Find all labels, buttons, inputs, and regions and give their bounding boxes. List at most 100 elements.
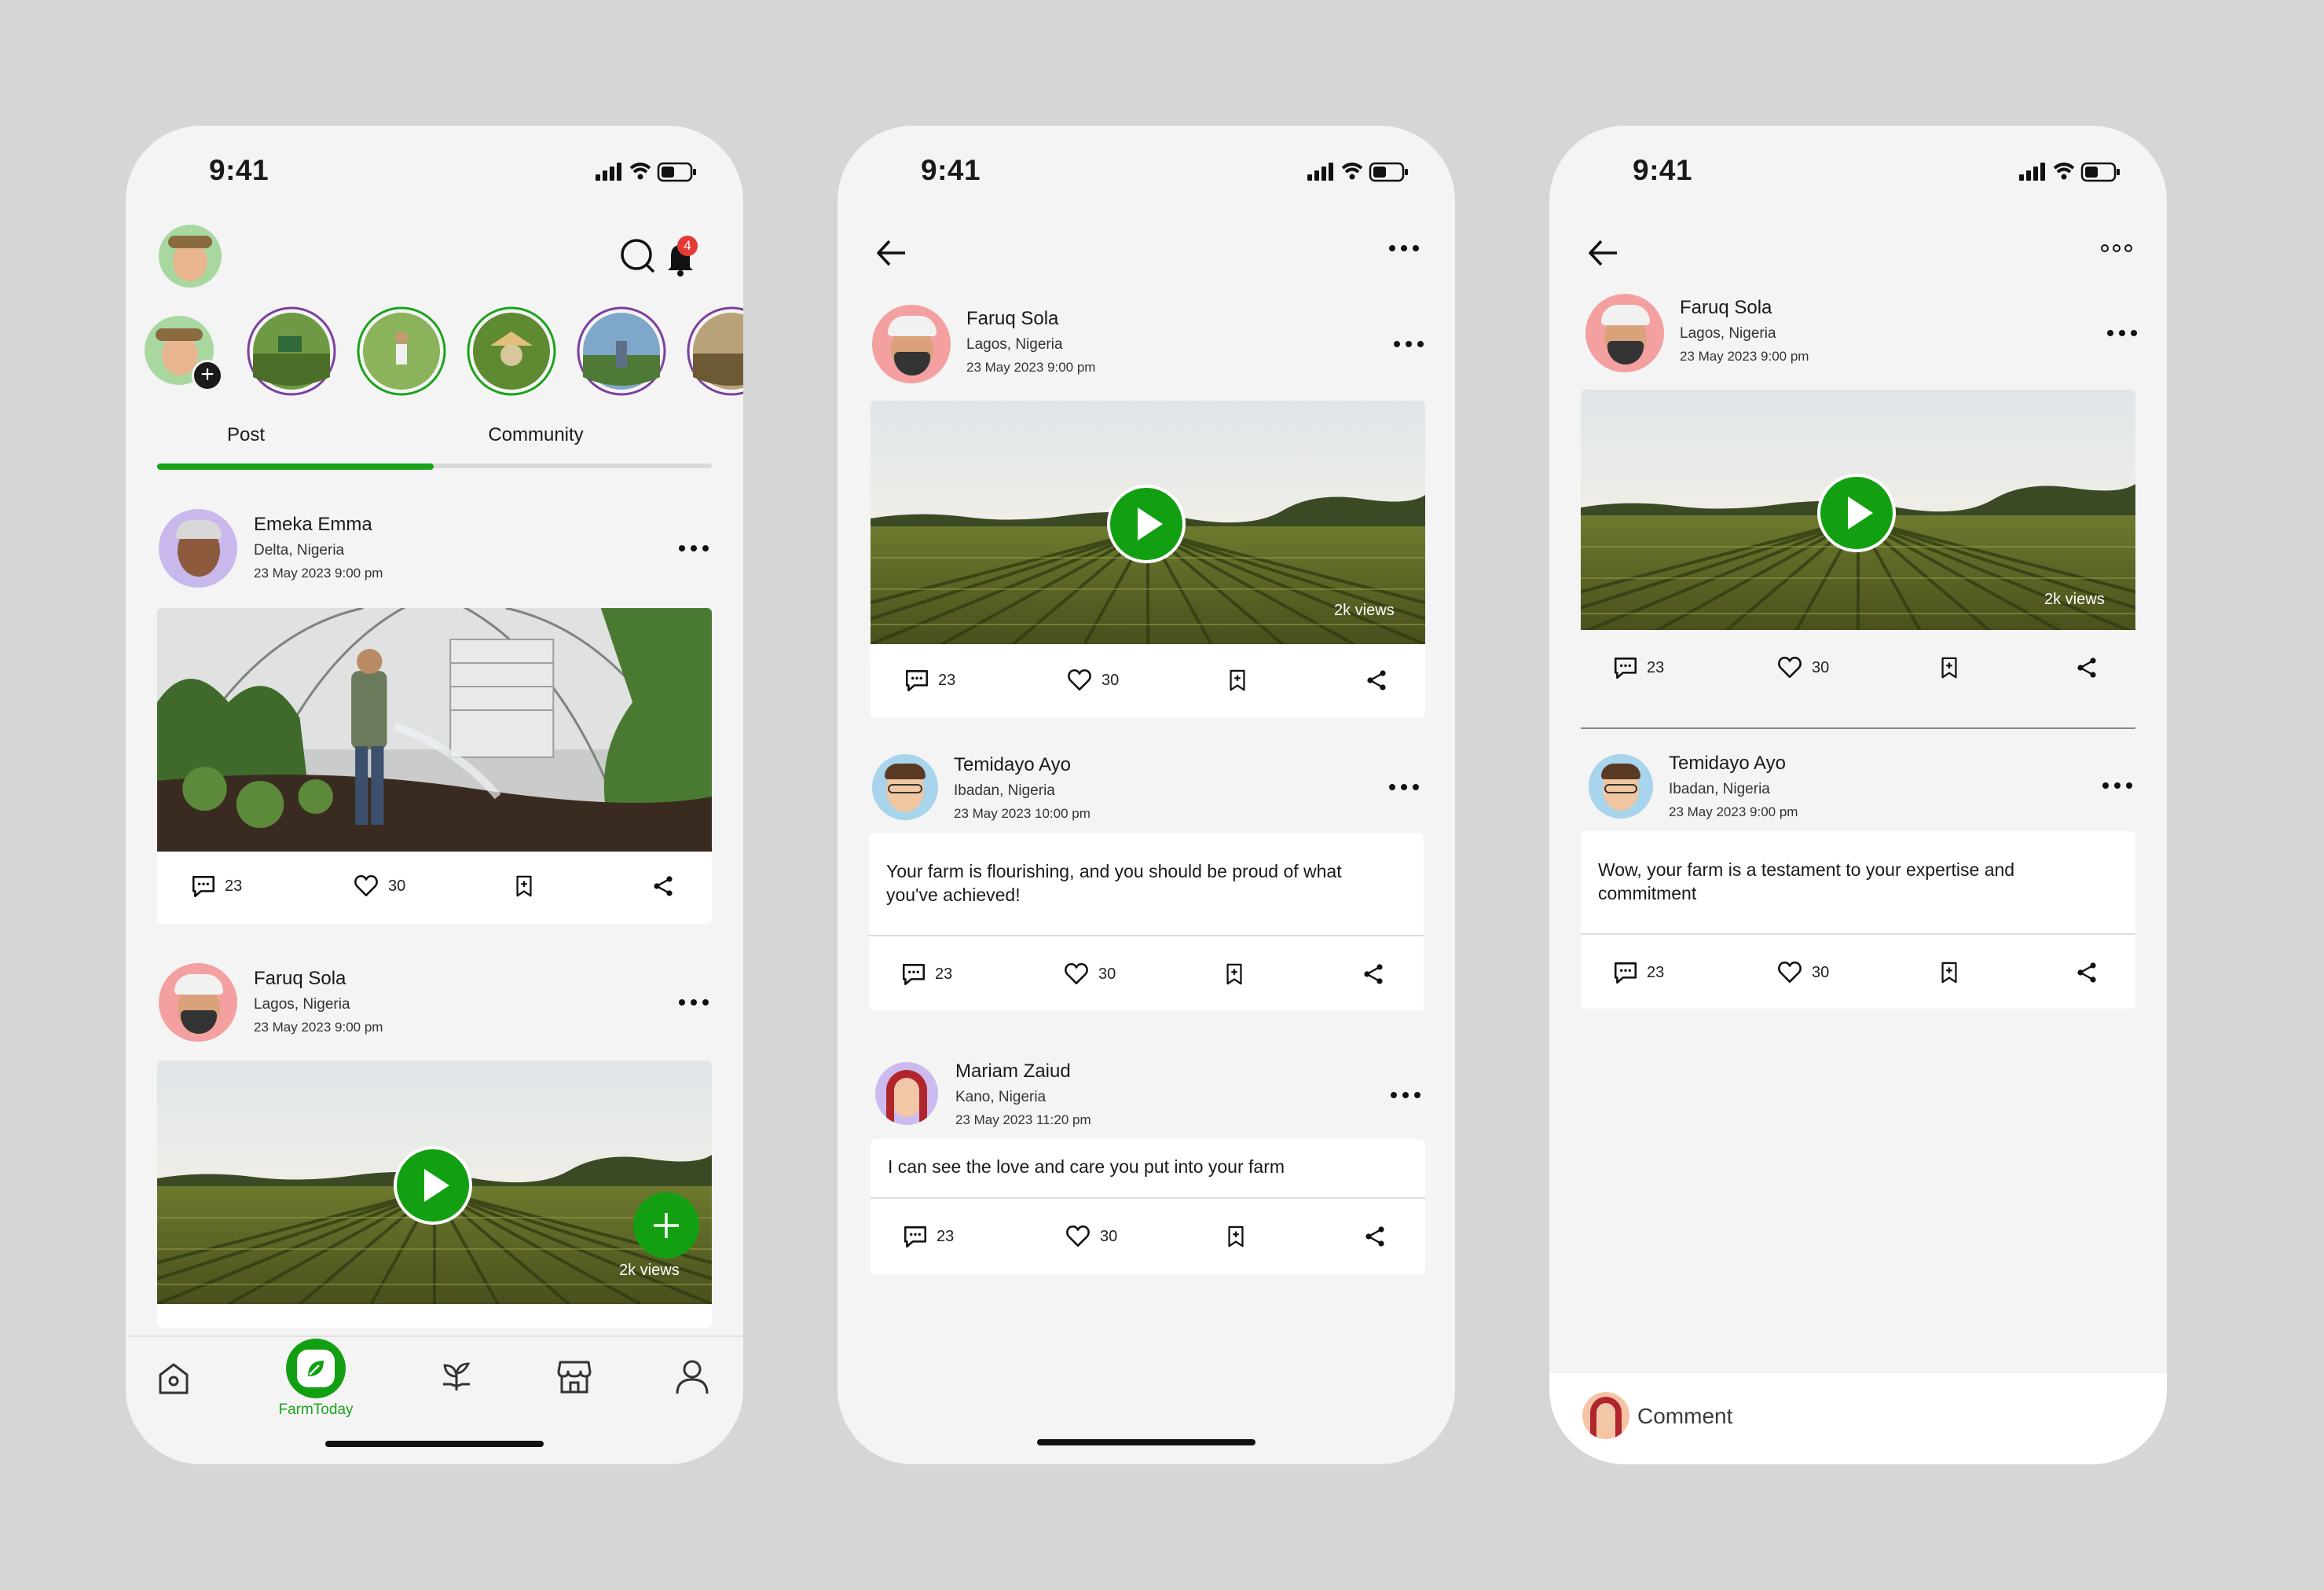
comment-more-button[interactable] xyxy=(1389,1090,1424,1100)
plant-icon[interactable] xyxy=(438,1359,475,1395)
dot xyxy=(2102,782,2109,789)
headwrap-shape xyxy=(1601,305,1650,325)
comment-author-avatar[interactable] xyxy=(872,754,938,820)
share-button[interactable] xyxy=(1362,1199,1387,1274)
share-button[interactable] xyxy=(1364,643,1389,718)
back-arrow-icon[interactable] xyxy=(875,237,908,269)
share-button[interactable] xyxy=(651,848,676,924)
comment-count: 23 xyxy=(225,877,243,895)
comment-icon xyxy=(1612,654,1639,681)
post-author-avatar[interactable] xyxy=(1585,294,1664,372)
header-more-button[interactable] xyxy=(2099,244,2134,253)
heart-icon xyxy=(1776,959,1804,986)
play-icon[interactable] xyxy=(393,1145,473,1225)
story-item[interactable] xyxy=(247,306,336,396)
dot xyxy=(1394,341,1400,347)
post-card: 23 30 xyxy=(157,608,712,924)
video-views: 2k views xyxy=(619,1262,680,1279)
share-icon xyxy=(1361,961,1386,987)
play-icon[interactable] xyxy=(1106,484,1186,564)
post-author-name[interactable]: Faruq Sola xyxy=(966,308,1058,330)
post-image[interactable] xyxy=(157,608,712,852)
comment-author-name[interactable]: Temidayo Ayo xyxy=(1669,753,1786,775)
dot xyxy=(2131,330,2137,336)
reply-count: 23 xyxy=(1647,963,1665,981)
share-icon xyxy=(2074,959,2099,986)
bookmark-button[interactable] xyxy=(512,848,536,924)
comment-date: 23 May 2023 11:20 pm xyxy=(955,1112,1091,1127)
bookmark-button[interactable] xyxy=(1224,1199,1248,1274)
comment-actions: 23 30 xyxy=(869,936,1424,1010)
comment-more-button[interactable] xyxy=(1387,782,1422,792)
post-author-avatar[interactable] xyxy=(872,305,951,383)
bookmark-icon xyxy=(1226,667,1249,694)
tab-post[interactable]: Post xyxy=(157,424,335,446)
play-icon[interactable] xyxy=(1816,473,1897,553)
bookmark-button[interactable] xyxy=(1226,643,1249,718)
search-icon[interactable] xyxy=(619,237,657,275)
like-button[interactable]: 30 xyxy=(1062,936,1116,1010)
post-author-name[interactable]: Faruq Sola xyxy=(1680,297,1772,319)
heart-icon xyxy=(1065,667,1094,694)
post-author-avatar[interactable] xyxy=(159,509,237,588)
comment-author-name[interactable]: Temidayo Ayo xyxy=(954,754,1071,776)
comment-icon xyxy=(190,873,217,899)
like-button[interactable]: 30 xyxy=(352,848,405,924)
comment-button[interactable]: 23 xyxy=(1612,630,1664,704)
post-more-button[interactable] xyxy=(677,544,712,553)
story-item[interactable] xyxy=(467,306,556,396)
comment-author-avatar[interactable] xyxy=(1589,754,1653,819)
post-author-name[interactable]: Faruq Sola xyxy=(254,968,346,990)
like-button[interactable]: 30 xyxy=(1064,1199,1117,1274)
dot xyxy=(691,999,697,1006)
post-author-avatar[interactable] xyxy=(159,963,237,1042)
post-more-button[interactable] xyxy=(2106,328,2140,338)
bookmark-icon xyxy=(512,873,536,899)
store-icon[interactable] xyxy=(555,1357,594,1397)
post-actions: 23 30 xyxy=(871,643,1425,718)
bookmark-button[interactable] xyxy=(1222,936,1246,1010)
reply-button[interactable]: 23 xyxy=(1612,935,1664,1009)
comment-icon xyxy=(1612,959,1639,986)
glasses-shape xyxy=(1604,784,1637,793)
like-button[interactable]: 30 xyxy=(1065,643,1119,718)
share-button[interactable] xyxy=(2074,935,2099,1009)
create-post-button[interactable] xyxy=(633,1192,699,1258)
hair-shape xyxy=(176,520,222,539)
comment-text: Your farm is flourishing, and you should… xyxy=(886,861,1342,905)
hijab-shape xyxy=(886,1070,927,1122)
like-count: 30 xyxy=(1812,658,1830,676)
bookmark-icon xyxy=(1222,961,1246,987)
profile-avatar[interactable] xyxy=(159,225,222,288)
comment-location: Kano, Nigeria xyxy=(955,1089,1047,1105)
story-item[interactable] xyxy=(687,306,743,396)
comment-author-name[interactable]: Mariam Zaiud xyxy=(955,1061,1071,1083)
profile-icon[interactable] xyxy=(674,1357,710,1397)
farmtoday-tab[interactable] xyxy=(286,1339,346,1398)
bookmark-button[interactable] xyxy=(1937,630,1961,704)
like-button[interactable]: 30 xyxy=(1776,935,1829,1009)
story-item[interactable] xyxy=(577,306,666,396)
back-arrow-icon[interactable] xyxy=(1587,237,1620,269)
reply-button[interactable]: 23 xyxy=(900,936,952,1010)
header-more-button[interactable] xyxy=(1387,244,1422,253)
post-more-button[interactable] xyxy=(1392,339,1427,349)
share-button[interactable] xyxy=(1361,936,1386,1010)
post-more-button[interactable] xyxy=(677,998,712,1007)
bookmark-button[interactable] xyxy=(1937,935,1961,1009)
tab-community[interactable]: Community xyxy=(440,424,632,446)
comment-more-button[interactable] xyxy=(2101,781,2135,790)
status-bar: 9:41 xyxy=(126,126,743,220)
comment-date: 23 May 2023 9:00 pm xyxy=(1669,804,1798,819)
story-item[interactable] xyxy=(357,306,446,396)
post-author-name[interactable]: Emeka Emma xyxy=(254,514,372,536)
comment-input[interactable] xyxy=(1637,1397,2109,1436)
share-button[interactable] xyxy=(2074,630,2099,704)
home-icon[interactable] xyxy=(154,1359,193,1398)
comment-button[interactable]: 23 xyxy=(190,848,242,924)
reply-button[interactable]: 23 xyxy=(902,1199,954,1274)
comment-button[interactable]: 23 xyxy=(904,643,955,718)
like-button[interactable]: 30 xyxy=(1776,630,1829,704)
comment-author-avatar[interactable] xyxy=(875,1062,938,1125)
add-story-button[interactable]: + xyxy=(192,360,223,391)
